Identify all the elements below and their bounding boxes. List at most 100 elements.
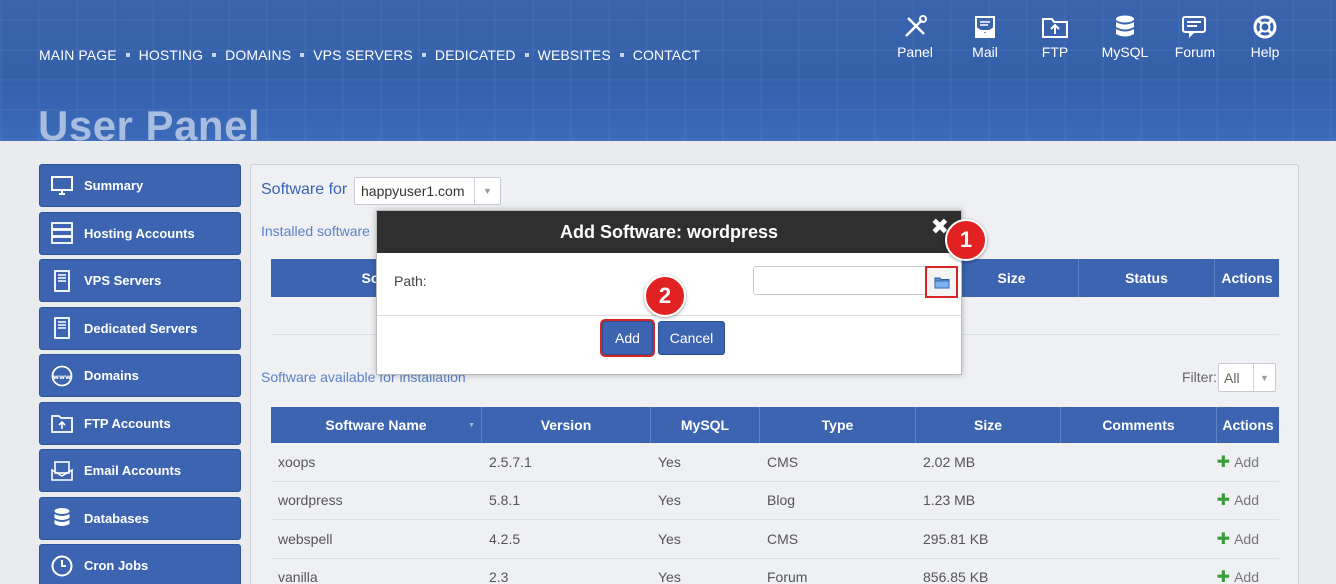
add-label: Add xyxy=(1234,569,1259,584)
tool-ftp[interactable]: FTP xyxy=(1020,14,1090,60)
cell-mysql: Yes xyxy=(658,530,681,547)
column-header-version[interactable]: Version xyxy=(482,407,651,443)
database-icon xyxy=(1116,15,1134,37)
tool-help[interactable]: Help xyxy=(1230,14,1300,60)
cell-software-name: xoops xyxy=(278,453,316,470)
add-label: Add xyxy=(1234,530,1259,547)
monitor-icon xyxy=(40,175,84,196)
cell-version: 4.2.5 xyxy=(489,530,521,547)
nav-separator xyxy=(212,53,217,57)
dialog-buttons: Add Cancel xyxy=(602,321,725,355)
tool-panel[interactable]: Panel xyxy=(880,14,950,60)
cell-mysql: Yes xyxy=(658,453,681,470)
installed-software-label: Installed software xyxy=(261,223,370,239)
sidebar-item-databases[interactable]: Databases xyxy=(39,496,241,540)
table-row: vanilla 2.3 Yes Forum 856.85 KB ✚ Add xyxy=(271,559,1279,584)
sidebar-item-label: VPS Servers xyxy=(84,273,162,288)
column-header-type[interactable]: Type xyxy=(760,407,916,443)
nav-separator xyxy=(300,53,305,57)
column-header-mysql[interactable]: MySQL xyxy=(651,407,760,443)
sidebar-item-label: Email Accounts xyxy=(84,463,182,478)
site-header: MAIN PAGE HOSTING DOMAINS VPS SERVERS DE… xyxy=(0,0,1336,141)
column-header-actions: Actions xyxy=(1222,417,1274,433)
add-label: Add xyxy=(1234,492,1259,509)
cell-type: CMS xyxy=(767,453,799,470)
chevron-down-icon: ▼ xyxy=(1253,364,1275,391)
browse-folder-button[interactable] xyxy=(925,266,958,298)
column-header-size[interactable]: Size xyxy=(945,259,1079,297)
nav-separator xyxy=(619,53,624,57)
database-icon xyxy=(40,507,84,529)
nav-dedicated[interactable]: DEDICATED xyxy=(435,47,516,63)
nav-separator xyxy=(421,53,426,57)
sidebar-item-domains[interactable]: www Domains xyxy=(39,354,241,397)
tool-mysql[interactable]: MySQL xyxy=(1090,14,1160,60)
cell-type: CMS xyxy=(767,530,799,547)
globe-www-icon: www xyxy=(40,365,84,387)
cell-software-name: webspell xyxy=(278,530,333,547)
nav-websites[interactable]: WEBSITES xyxy=(538,47,611,63)
tool-mail[interactable]: Mail xyxy=(950,14,1020,60)
sidebar-item-ftp-accounts[interactable]: FTP Accounts xyxy=(39,401,241,445)
add-button[interactable]: Add xyxy=(602,321,653,355)
sidebar-item-summary[interactable]: Summary xyxy=(39,164,241,207)
add-software-button[interactable]: ✚ Add xyxy=(1217,567,1279,584)
add-software-button[interactable]: ✚ Add xyxy=(1217,529,1279,549)
column-header-size[interactable]: Size xyxy=(916,407,1061,443)
table-row: webspell 4.2.5 Yes CMS 295.81 KB ✚ Add xyxy=(271,520,1279,559)
tool-label: MySQL xyxy=(1101,44,1149,60)
nav-hosting[interactable]: HOSTING xyxy=(139,47,203,63)
sidebar-item-label: Domains xyxy=(84,368,139,383)
add-software-button[interactable]: ✚ Add xyxy=(1217,490,1279,510)
cancel-button[interactable]: Cancel xyxy=(658,321,725,355)
path-input[interactable] xyxy=(753,266,927,295)
sidebar-item-dedicated-servers[interactable]: Dedicated Servers xyxy=(39,306,241,350)
sidebar-item-label: Dedicated Servers xyxy=(84,320,198,336)
sidebar-item-label: FTP Accounts xyxy=(84,415,171,431)
nav-main-page[interactable]: MAIN PAGE xyxy=(39,47,117,63)
plus-icon: ✚ xyxy=(1216,492,1231,510)
domain-select[interactable]: happyuser1.com ▼ xyxy=(354,177,501,205)
plus-icon: ✚ xyxy=(1216,569,1231,584)
plus-icon: ✚ xyxy=(1216,453,1231,471)
sidebar-item-label: Databases xyxy=(84,510,150,526)
tool-forum[interactable]: Forum xyxy=(1160,14,1230,60)
wrench-screwdriver-icon xyxy=(905,15,927,37)
chevron-down-icon: ▼ xyxy=(474,178,500,204)
cell-mysql: Yes xyxy=(658,569,681,584)
cell-mysql: Yes xyxy=(658,492,681,509)
column-header-comments[interactable]: Comments xyxy=(1061,407,1217,443)
path-label: Path: xyxy=(394,273,427,289)
cell-size: 295.81 KB xyxy=(923,530,989,547)
mail-icon xyxy=(975,16,995,38)
column-header-software-name[interactable]: Software Name xyxy=(271,407,482,443)
sidebar-item-hosting-accounts[interactable]: Hosting Accounts xyxy=(39,211,241,255)
cell-version: 2.3 xyxy=(489,569,509,584)
add-label: Add xyxy=(1234,453,1259,470)
column-header-status[interactable]: Status xyxy=(1079,259,1215,297)
sidebar-item-label: Hosting Accounts xyxy=(84,225,195,241)
add-software-button[interactable]: ✚ Add xyxy=(1217,452,1279,472)
sidebar-item-cron-jobs[interactable]: Cron Jobs xyxy=(39,544,241,584)
sidebar-item-vps-servers[interactable]: VPS Servers xyxy=(39,259,241,302)
cell-size: 2.02 MB xyxy=(923,453,976,470)
header-tools: Panel Mail FTP MySQL Forum Help xyxy=(880,14,1300,60)
sidebar-item-email-accounts[interactable]: Email Accounts xyxy=(39,449,241,492)
tool-label: Panel xyxy=(897,44,933,60)
nav-domains[interactable]: DOMAINS xyxy=(225,47,291,63)
nav-vps-servers[interactable]: VPS SERVERS xyxy=(313,47,413,63)
main-nav: MAIN PAGE HOSTING DOMAINS VPS SERVERS DE… xyxy=(39,47,700,63)
filter-label: Filter: xyxy=(1182,369,1217,385)
mail-open-icon xyxy=(40,460,84,481)
tool-label: Help xyxy=(1250,44,1280,60)
step-badge-2: 2 xyxy=(644,275,686,317)
dialog-header: Add Software: wordpress ✖ xyxy=(377,211,961,253)
step-badge-1: 1 xyxy=(945,219,987,261)
dialog-title: Add Software: wordpress xyxy=(559,221,779,242)
cell-version: 5.8.1 xyxy=(489,492,521,509)
domain-select-value: happyuser1.com xyxy=(361,183,465,199)
table-row: wordpress 5.8.1 Yes Blog 1.23 MB ✚ Add xyxy=(271,482,1279,520)
nav-contact[interactable]: CONTACT xyxy=(633,47,700,63)
filter-select[interactable]: All ▼ xyxy=(1218,363,1276,392)
cell-version: 2.5.7.1 xyxy=(489,453,532,470)
